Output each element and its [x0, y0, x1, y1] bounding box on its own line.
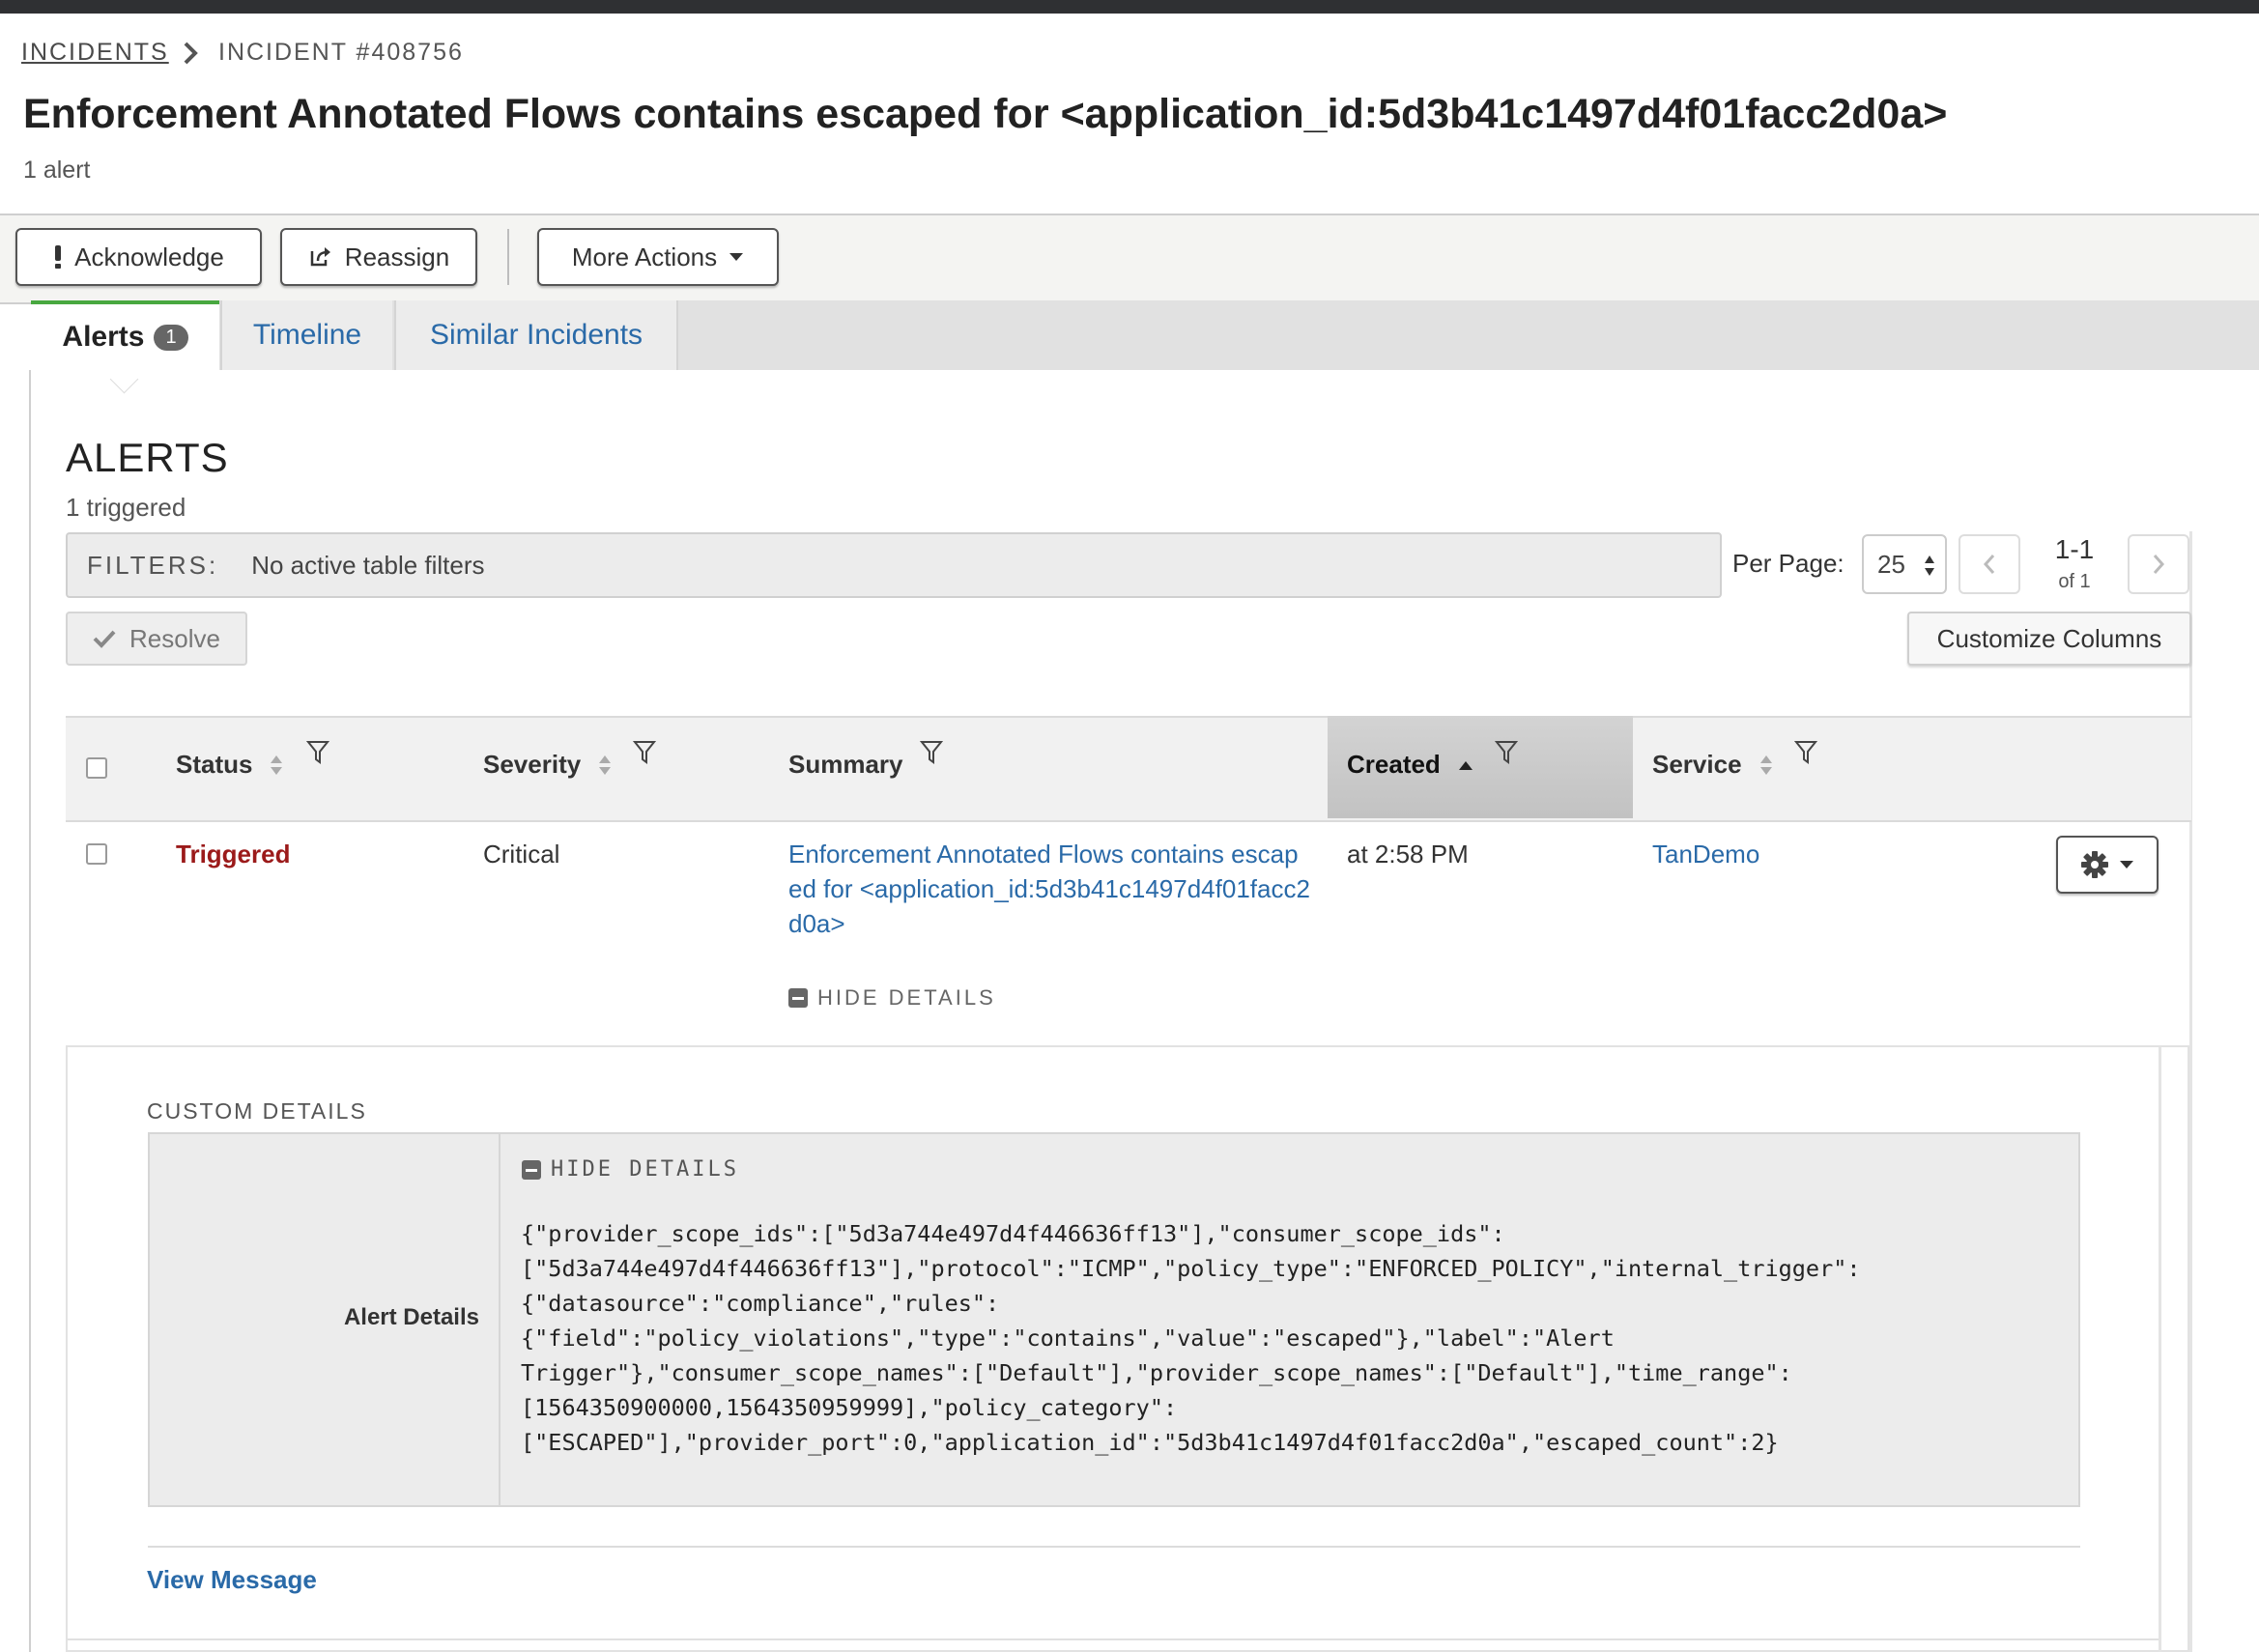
- hide-json-details-toggle[interactable]: HIDE DETAILS: [522, 1157, 739, 1182]
- customize-columns-button[interactable]: Customize Columns: [1907, 612, 2191, 666]
- page-of: of 1: [2058, 571, 2091, 592]
- chevron-right-icon: [184, 42, 198, 65]
- reassign-label: Reassign: [344, 242, 450, 271]
- column-header-service[interactable]: Service: [1652, 750, 1773, 780]
- filter-icon[interactable]: [1794, 740, 1817, 765]
- created-cell: at 2:58 PM: [1347, 840, 1469, 869]
- sort-icon: [271, 755, 283, 775]
- details-panel-scroll-edge: [2159, 1047, 2161, 1652]
- more-actions-dropdown[interactable]: More Actions: [537, 228, 779, 286]
- alerts-heading: ALERTS: [66, 435, 229, 480]
- row-actions-button[interactable]: [2056, 836, 2159, 894]
- custom-details-heading: CUSTOM DETAILS: [147, 1098, 367, 1124]
- per-page-select[interactable]: 25: [1862, 534, 1947, 594]
- details-divider: [148, 1546, 2080, 1548]
- column-header-summary[interactable]: Summary: [788, 750, 903, 780]
- gear-icon: [2081, 851, 2108, 878]
- minus-box-icon: [522, 1159, 541, 1180]
- table-header: [66, 716, 2191, 822]
- service-header-label: Service: [1652, 750, 1742, 779]
- content-scroll-edge: [2189, 531, 2192, 1652]
- column-header-severity[interactable]: Severity: [483, 750, 612, 780]
- customize-columns-label: Customize Columns: [1936, 623, 2162, 653]
- caret-down-icon: [2120, 861, 2133, 869]
- filter-icon[interactable]: [1495, 740, 1518, 765]
- resolve-button[interactable]: Resolve: [66, 612, 247, 666]
- select-all-checkbox[interactable]: [86, 757, 107, 779]
- more-actions-label: More Actions: [571, 242, 718, 271]
- toolbar-separator: [507, 229, 509, 285]
- summary-header-label: Summary: [788, 750, 903, 779]
- breadcrumb-incidents-link[interactable]: INCIDENTS: [21, 39, 169, 67]
- column-header-created[interactable]: Created: [1347, 750, 1473, 780]
- top-app-bar: [0, 0, 2259, 14]
- service-link[interactable]: TanDemo: [1652, 837, 1759, 871]
- details-column-divider: [499, 1134, 500, 1505]
- sort-up-icon: [1458, 760, 1473, 770]
- severity-header-label: Severity: [483, 750, 582, 779]
- filter-icon[interactable]: [920, 740, 943, 765]
- minus-box-icon: [788, 988, 808, 1008]
- page-range: 1-1: [2054, 534, 2095, 564]
- acknowledge-button[interactable]: Acknowledge: [15, 228, 262, 286]
- acknowledge-label: Acknowledge: [74, 242, 224, 271]
- resolve-label: Resolve: [129, 623, 220, 653]
- per-page-label: Per Page:: [1732, 549, 1844, 578]
- panel-bottom-divider: [68, 1638, 2159, 1640]
- next-page-button[interactable]: [2128, 534, 2189, 594]
- tab-timeline-label: Timeline: [252, 319, 362, 351]
- caret-down-icon: [729, 253, 744, 261]
- severity-cell: Critical: [483, 840, 560, 869]
- alert-details-json: {"provider_scope_ids":["5d3a744e497d4f44…: [521, 1220, 1861, 1456]
- filters-bar[interactable]: FILTERS: No active table filters: [66, 532, 1722, 598]
- view-message-link[interactable]: View Message: [147, 1565, 317, 1595]
- alert-summary-link[interactable]: Enforcement Annotated Flows contains esc…: [788, 837, 1310, 941]
- previous-page-button[interactable]: [1959, 534, 2020, 594]
- status-cell: Triggered: [176, 840, 291, 869]
- filters-value: No active table filters: [251, 550, 485, 580]
- breadcrumb-current: INCIDENT #408756: [218, 39, 464, 66]
- hide-details-label: HIDE DETAILS: [817, 985, 996, 1010]
- sort-icon: [1759, 755, 1772, 775]
- status-header-label: Status: [176, 750, 253, 779]
- chevron-left-icon: [1983, 555, 1995, 574]
- share-icon: [310, 247, 330, 267]
- tab-alerts[interactable]: Alerts 1: [31, 300, 219, 370]
- stepper-icon: [1925, 555, 1934, 576]
- alert-count: 1 alert: [23, 157, 91, 184]
- reassign-button[interactable]: Reassign: [280, 228, 477, 286]
- triggered-count: 1 triggered: [66, 493, 186, 522]
- column-header-status[interactable]: Status: [176, 750, 283, 780]
- tab-timeline[interactable]: Timeline: [220, 300, 392, 370]
- created-header-label: Created: [1347, 750, 1441, 779]
- tab-alerts-label: Alerts: [62, 321, 145, 353]
- page-title: Enforcement Annotated Flows contains esc…: [23, 91, 1948, 137]
- check-icon: [93, 630, 116, 648]
- tab-similar-incidents[interactable]: Similar Incidents: [394, 300, 678, 370]
- chevron-right-icon: [2153, 555, 2165, 574]
- sort-icon: [599, 755, 612, 775]
- filters-label: FILTERS:: [87, 550, 219, 580]
- row-checkbox[interactable]: [86, 843, 107, 865]
- alert-details-key: Alert Details: [343, 1304, 479, 1330]
- per-page-value: 25: [1877, 549, 1905, 579]
- hide-json-details-label: HIDE DETAILS: [551, 1157, 739, 1182]
- filter-icon[interactable]: [306, 740, 329, 765]
- tab-similar-label: Similar Incidents: [429, 319, 643, 351]
- filter-icon[interactable]: [633, 740, 656, 765]
- content-border: [29, 370, 31, 1652]
- exclamation-icon: [55, 245, 62, 269]
- hide-details-toggle[interactable]: HIDE DETAILS: [788, 985, 996, 1011]
- alerts-count-badge: 1: [154, 324, 188, 351]
